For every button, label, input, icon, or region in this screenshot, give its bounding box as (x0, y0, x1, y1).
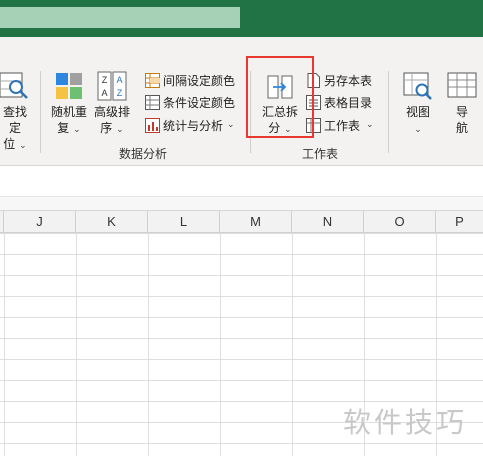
svg-text:A: A (101, 88, 107, 98)
sheet-directory-label: 表格目录 (324, 95, 373, 110)
advanced-sort-button[interactable]: Z A A Z 高级排 序 ⌄ (92, 71, 132, 138)
sort-label-2: 序 (100, 121, 113, 135)
random-grid-icon (56, 73, 82, 99)
column-header-n[interactable]: N (292, 211, 364, 233)
worksheet-menu-button[interactable]: 工作表 ⌄ (306, 115, 374, 135)
nav-label-2: 航 (455, 121, 468, 135)
chevron-down-icon: ⌄ (227, 120, 235, 130)
column-header-m[interactable]: M (220, 211, 292, 233)
navigation-button[interactable]: 导 航 (444, 71, 480, 136)
column-header-j[interactable]: J (4, 211, 76, 233)
worksheet-label: 工作表 (324, 118, 361, 133)
column-header-p[interactable]: P (436, 211, 483, 233)
condition-color-button[interactable]: 条件设定颜色 (145, 92, 235, 112)
find-label-1: 查找定 (2, 105, 27, 135)
separator (40, 71, 41, 153)
chevron-down-icon: ⌄ (73, 125, 81, 135)
watermark: 软件技巧 (343, 406, 468, 439)
stats-analysis-label: 统计与分析 (163, 118, 224, 133)
chevron-down-icon: ⌄ (414, 125, 422, 135)
grid-line (220, 233, 221, 456)
column-header-l[interactable]: L (148, 211, 220, 233)
find-label-2: 位 (3, 137, 16, 151)
sort-label-1: 高级排 (93, 105, 130, 119)
random-label-1: 随机重 (50, 105, 87, 119)
svg-text:Z: Z (117, 88, 123, 98)
grid-line (292, 233, 293, 456)
random-repeat-button[interactable]: 随机重 复 ⌄ (50, 71, 88, 138)
view-button[interactable]: 视图 ⌄ (400, 71, 436, 138)
interval-grid-icon (145, 72, 160, 88)
condition-color-label: 条件设定颜色 (163, 95, 236, 110)
column-header-o[interactable]: O (364, 211, 436, 233)
view-icon (403, 72, 432, 100)
svg-text:Z: Z (102, 75, 108, 85)
find-locate-button[interactable]: 查找定 位 ⌄ (0, 71, 32, 154)
view-label: 视图 (405, 105, 430, 119)
random-label-2: 复 (57, 121, 70, 135)
find-icon (0, 72, 28, 99)
group-label-worksheet: 工作表 (302, 147, 339, 161)
stats-icon (145, 117, 160, 133)
grid-line (148, 233, 149, 456)
sort-icon: Z A A Z (97, 71, 127, 101)
highlight-box (246, 56, 314, 138)
formula-bar[interactable] (0, 166, 483, 197)
column-header-k[interactable]: K (76, 211, 148, 233)
nav-label-1: 导 (455, 105, 468, 119)
save-as-label: 另存本表 (324, 73, 373, 88)
group-label-data-analysis: 数据分析 (119, 147, 168, 161)
interval-color-label: 间隔设定颜色 (163, 73, 236, 88)
interval-color-button[interactable]: 间隔设定颜色 (145, 70, 235, 90)
ribbon: 查找定 位 ⌄ 随机重 复 ⌄ Z A A Z 高级排 序 ⌄ 间隔设定颜色 条… (0, 37, 483, 166)
sheet-directory-button[interactable]: 表格目录 (306, 92, 372, 112)
stats-analysis-button[interactable]: 统计与分析 ⌄ (145, 115, 235, 135)
chevron-down-icon: ⌄ (116, 125, 124, 135)
title-bar (0, 0, 483, 37)
separator (388, 71, 389, 153)
search-box[interactable] (0, 7, 240, 28)
grid-line (76, 233, 77, 456)
condition-grid-icon (145, 94, 160, 110)
save-as-sheet-button[interactable]: 另存本表 (306, 70, 372, 90)
navigation-grid-icon (447, 72, 477, 98)
svg-text:A: A (116, 75, 122, 85)
chevron-down-icon: ⌄ (19, 141, 27, 151)
grid-line (4, 233, 5, 456)
chevron-down-icon: ⌄ (366, 120, 374, 130)
ribbon-gap (0, 197, 483, 211)
